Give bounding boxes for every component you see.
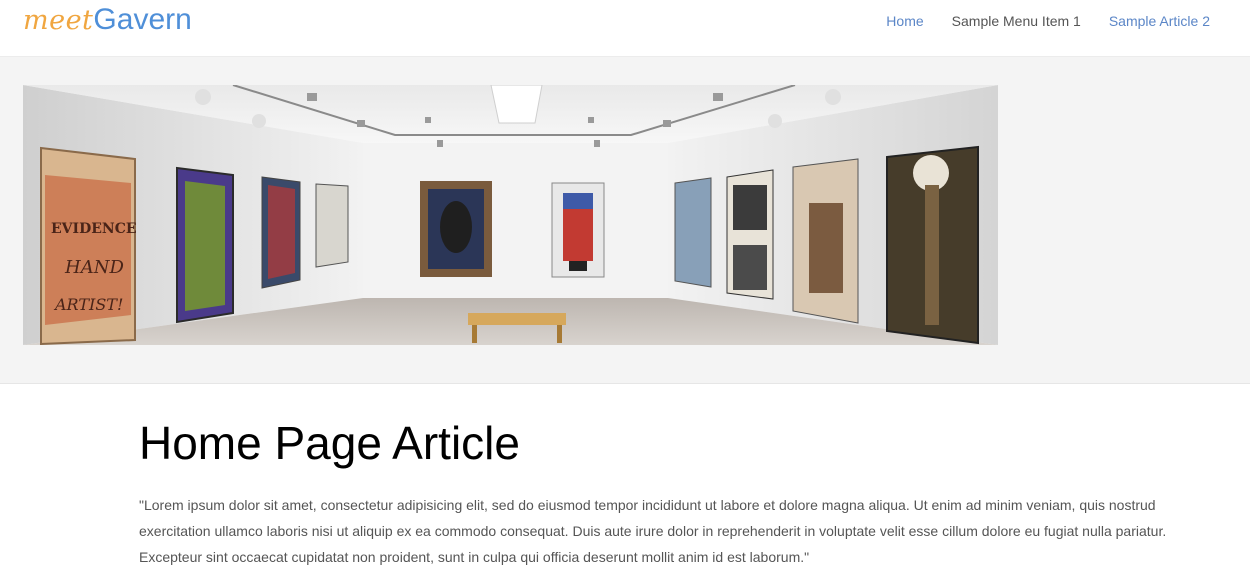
nav-sample-article-2[interactable]: Sample Article 2 (1109, 13, 1210, 29)
svg-text:ARTIST!: ARTIST! (53, 295, 123, 314)
hero-banner: EVIDENCE HAND ARTIST! (0, 57, 1250, 384)
painting-evidence: EVIDENCE HAND ARTIST! (40, 146, 137, 345)
svg-text:HAND: HAND (64, 257, 124, 278)
article-title: Home Page Article (139, 417, 520, 469)
logo-prefix: meet (23, 5, 94, 36)
svg-text:EVIDENCE: EVIDENCE (51, 221, 137, 237)
nav-sample-menu-item-1[interactable]: Sample Menu Item 1 (952, 13, 1081, 29)
site-header: meet Gavern Home Sample Menu Item 1 Samp… (0, 0, 1250, 57)
article-body: "Lorem ipsum dolor sit amet, consectetur… (139, 497, 1167, 565)
site-logo[interactable]: meet Gavern (23, 3, 192, 47)
logo-main: Gavern (93, 3, 192, 36)
main-nav: Home Sample Menu Item 1 Sample Article 2 (886, 13, 1210, 29)
gallery-image: EVIDENCE HAND ARTIST! (23, 85, 998, 345)
nav-home[interactable]: Home (886, 13, 923, 29)
